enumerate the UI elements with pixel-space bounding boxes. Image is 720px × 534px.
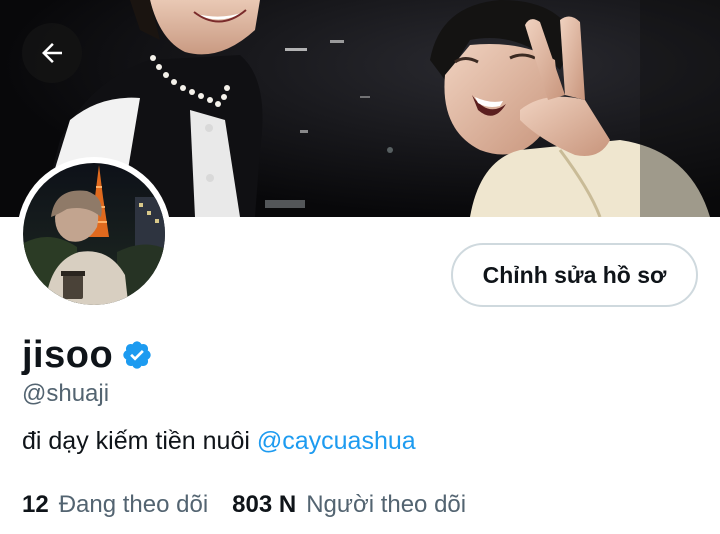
followers-count: 803 N [232, 491, 297, 518]
verified-badge-icon[interactable] [121, 339, 153, 371]
profile-name-row: jisoo [22, 331, 153, 379]
following-count: 12 [22, 491, 49, 518]
profile-handle: @shuaji [22, 380, 110, 407]
profile-bio: đi dạy kiếm tiền nuôi @caycuashua [22, 427, 416, 456]
display-name: jisoo [22, 333, 114, 376]
profile-avatar[interactable] [17, 157, 171, 311]
profile-stats: 12 Đang theo dõi 803 N Người theo dõi [22, 491, 466, 519]
edit-profile-button[interactable]: Chỉnh sửa hồ sơ [451, 243, 698, 307]
back-button[interactable] [22, 23, 82, 83]
following-stat[interactable]: 12 Đang theo dõi [22, 491, 208, 519]
following-label: Đang theo dõi [58, 491, 209, 518]
profile-page: Chỉnh sửa hồ sơ jisoo @shuaji đi dạy kiế… [0, 0, 720, 534]
followers-label: Người theo dõi [306, 491, 467, 518]
arrow-left-icon [42, 43, 62, 63]
bio-mention-link[interactable]: @caycuashua [257, 427, 416, 455]
edit-profile-label: Chỉnh sửa hồ sơ [482, 261, 667, 288]
followers-stat[interactable]: 803 N Người theo dõi [232, 491, 466, 519]
bio-text: đi dạy kiếm tiền nuôi [22, 427, 250, 455]
